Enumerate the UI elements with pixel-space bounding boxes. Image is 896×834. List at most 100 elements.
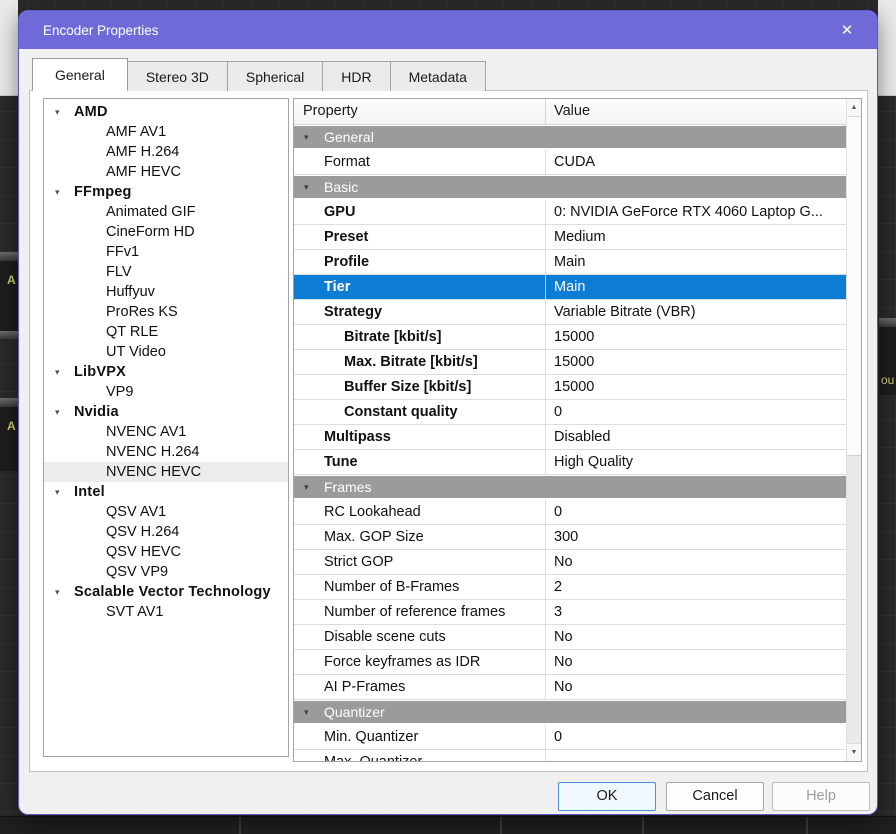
- property-value[interactable]: Main: [546, 250, 846, 274]
- property-value[interactable]: 0: [546, 500, 846, 524]
- tree-item-amf-av1[interactable]: AMF AV1: [44, 122, 288, 142]
- vertical-scrollbar[interactable]: ▲ ▼: [846, 99, 861, 761]
- property-row-bitrate-kbit-s-[interactable]: Bitrate [kbit/s]15000: [294, 325, 846, 350]
- tree-item-nvenc-av1[interactable]: NVENC AV1: [44, 422, 288, 442]
- property-row-constant-quality[interactable]: Constant quality0: [294, 400, 846, 425]
- property-row-ai-p-frames[interactable]: AI P-FramesNo: [294, 675, 846, 700]
- tree-item-qsv-av1[interactable]: QSV AV1: [44, 502, 288, 522]
- property-value[interactable]: 15000: [546, 325, 846, 349]
- help-button[interactable]: Help: [772, 782, 870, 811]
- close-icon[interactable]: ✕: [835, 19, 859, 43]
- column-header-property[interactable]: Property: [294, 99, 546, 124]
- cancel-button[interactable]: Cancel: [666, 782, 764, 811]
- property-row-max-gop-size[interactable]: Max. GOP Size300: [294, 525, 846, 550]
- section-bar[interactable]: ▾General: [294, 126, 846, 148]
- property-value[interactable]: 3: [546, 600, 846, 624]
- tab-stereo-3d[interactable]: Stereo 3D: [127, 61, 228, 91]
- property-value[interactable]: CUDA: [546, 150, 846, 174]
- tree-item-prores-ks[interactable]: ProRes KS: [44, 302, 288, 322]
- property-value[interactable]: No: [546, 650, 846, 674]
- tab-metadata[interactable]: Metadata: [390, 61, 486, 91]
- property-row-format[interactable]: FormatCUDA: [294, 150, 846, 175]
- expand-icon[interactable]: ▾: [55, 362, 60, 382]
- grid-header[interactable]: Property Value: [294, 99, 846, 125]
- tree-item-nvidia[interactable]: ▾Nvidia: [44, 402, 288, 422]
- property-row-gpu[interactable]: GPU0: NVIDIA GeForce RTX 4060 Laptop G..…: [294, 200, 846, 225]
- collapse-icon[interactable]: ▾: [304, 126, 309, 148]
- tree-item-qsv-h-264[interactable]: QSV H.264: [44, 522, 288, 542]
- expand-icon[interactable]: ▾: [55, 402, 60, 422]
- property-value[interactable]: Medium: [546, 225, 846, 249]
- section-bar[interactable]: ▾Basic: [294, 176, 846, 198]
- property-row-max-bitrate-kbit-s-[interactable]: Max. Bitrate [kbit/s]15000: [294, 350, 846, 375]
- property-row-strict-gop[interactable]: Strict GOPNo: [294, 550, 846, 575]
- section-bar[interactable]: ▾Quantizer: [294, 701, 846, 723]
- property-value[interactable]: 300: [546, 525, 846, 549]
- encoder-tree[interactable]: ▾AMDAMF AV1AMF H.264AMF HEVC▾FFmpegAnima…: [43, 98, 289, 757]
- scroll-up-icon[interactable]: ▲: [847, 99, 861, 117]
- collapse-icon[interactable]: ▾: [304, 176, 309, 198]
- tree-item-cineform-hd[interactable]: CineForm HD: [44, 222, 288, 242]
- property-row-tune[interactable]: TuneHigh Quality: [294, 450, 846, 475]
- property-value[interactable]: No: [546, 675, 846, 699]
- section-row-frames[interactable]: ▾Frames: [294, 475, 846, 500]
- property-value[interactable]: 0: [546, 725, 846, 749]
- property-row-rc-lookahead[interactable]: RC Lookahead0: [294, 500, 846, 525]
- tree-item-amf-hevc[interactable]: AMF HEVC: [44, 162, 288, 182]
- expand-icon[interactable]: ▾: [55, 182, 60, 202]
- property-row-preset[interactable]: PresetMedium: [294, 225, 846, 250]
- property-value[interactable]: Disabled: [546, 425, 846, 449]
- property-value[interactable]: 15000: [546, 375, 846, 399]
- expand-icon[interactable]: ▾: [55, 102, 60, 122]
- property-row-multipass[interactable]: MultipassDisabled: [294, 425, 846, 450]
- section-bar[interactable]: ▾Frames: [294, 476, 846, 498]
- tree-item-ffv1[interactable]: FFv1: [44, 242, 288, 262]
- property-row-strategy[interactable]: StrategyVariable Bitrate (VBR): [294, 300, 846, 325]
- property-value[interactable]: [546, 750, 846, 761]
- property-value[interactable]: No: [546, 550, 846, 574]
- tree-item-qt-rle[interactable]: QT RLE: [44, 322, 288, 342]
- section-row-basic[interactable]: ▾Basic: [294, 175, 846, 200]
- property-value[interactable]: No: [546, 625, 846, 649]
- property-value[interactable]: 0: [546, 400, 846, 424]
- tab-spherical[interactable]: Spherical: [227, 61, 323, 91]
- tab-hdr[interactable]: HDR: [322, 61, 390, 91]
- tree-item-nvenc-h-264[interactable]: NVENC H.264: [44, 442, 288, 462]
- tree-item-flv[interactable]: FLV: [44, 262, 288, 282]
- tree-item-ffmpeg[interactable]: ▾FFmpeg: [44, 182, 288, 202]
- tree-item-intel[interactable]: ▾Intel: [44, 482, 288, 502]
- dialog-titlebar[interactable]: Encoder Properties ✕: [19, 11, 877, 49]
- property-row-min-quantizer[interactable]: Min. Quantizer0: [294, 725, 846, 750]
- property-row-number-of-b-frames[interactable]: Number of B-Frames2: [294, 575, 846, 600]
- property-row-disable-scene-cuts[interactable]: Disable scene cutsNo: [294, 625, 846, 650]
- section-row-quantizer[interactable]: ▾Quantizer: [294, 700, 846, 725]
- property-row-buffer-size-kbit-s-[interactable]: Buffer Size [kbit/s]15000: [294, 375, 846, 400]
- tree-item-huffyuv[interactable]: Huffyuv: [44, 282, 288, 302]
- tree-item-scalable-vector-technology[interactable]: ▾Scalable Vector Technology: [44, 582, 288, 602]
- property-row-force-keyframes-as-idr[interactable]: Force keyframes as IDRNo: [294, 650, 846, 675]
- property-row-tier[interactable]: TierMain: [294, 275, 846, 300]
- tree-item-ut-video[interactable]: UT Video: [44, 342, 288, 362]
- tree-item-amf-h-264[interactable]: AMF H.264: [44, 142, 288, 162]
- tree-item-animated-gif[interactable]: Animated GIF: [44, 202, 288, 222]
- tree-item-vp9[interactable]: VP9: [44, 382, 288, 402]
- tree-item-amd[interactable]: ▾AMD: [44, 102, 288, 122]
- property-value[interactable]: 0: NVIDIA GeForce RTX 4060 Laptop G...: [546, 200, 846, 224]
- property-value[interactable]: High Quality: [546, 450, 846, 474]
- tree-item-qsv-vp9[interactable]: QSV VP9: [44, 562, 288, 582]
- scroll-down-icon[interactable]: ▼: [847, 743, 861, 761]
- property-row-number-of-reference-frames[interactable]: Number of reference frames3: [294, 600, 846, 625]
- tree-item-svt-av1[interactable]: SVT AV1: [44, 602, 288, 622]
- property-value[interactable]: 2: [546, 575, 846, 599]
- tab-general[interactable]: General: [32, 58, 128, 91]
- collapse-icon[interactable]: ▾: [304, 701, 309, 723]
- tree-item-nvenc-hevc[interactable]: NVENC HEVC: [44, 462, 288, 482]
- tree-item-qsv-hevc[interactable]: QSV HEVC: [44, 542, 288, 562]
- tree-item-libvpx[interactable]: ▾LibVPX: [44, 362, 288, 382]
- property-row-profile[interactable]: ProfileMain: [294, 250, 846, 275]
- property-row-max-quantizer[interactable]: Max. Quantizer: [294, 750, 846, 761]
- expand-icon[interactable]: ▾: [55, 582, 60, 602]
- section-row-general[interactable]: ▾General: [294, 125, 846, 150]
- ok-button[interactable]: OK: [558, 782, 656, 811]
- property-value[interactable]: Variable Bitrate (VBR): [546, 300, 846, 324]
